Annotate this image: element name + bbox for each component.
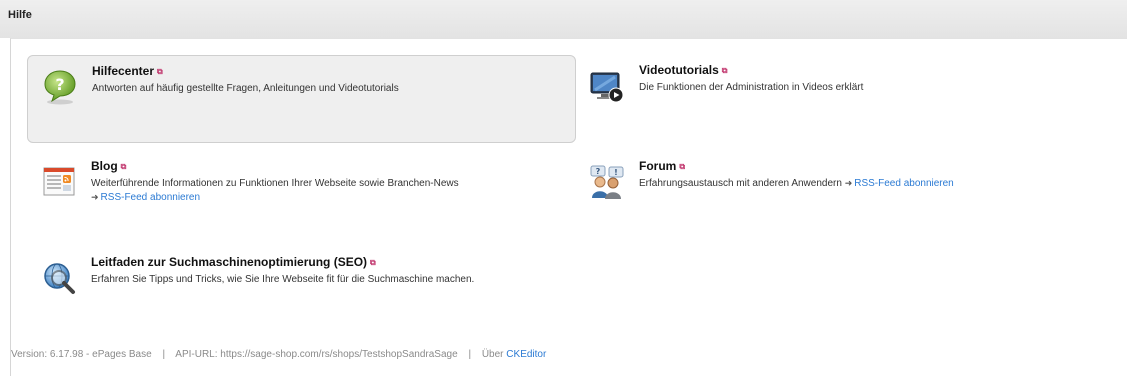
api-url-text: API-URL: https://sage-shop.com/rs/shops/… <box>175 349 458 360</box>
tile-title[interactable]: Blog ⧉ <box>91 159 126 173</box>
arrow-right-icon: ➜ <box>91 192 99 202</box>
footer-separator: | <box>468 349 472 360</box>
rss-feed-link[interactable]: ➜ RSS-Feed abonnieren <box>91 192 200 203</box>
external-link-icon: ⧉ <box>679 162 686 171</box>
monitor-play-icon <box>589 68 625 104</box>
tile-description: Erfahren Sie Tipps und Tricks, wie Sie I… <box>91 274 475 285</box>
external-link-icon: ⧉ <box>157 67 163 76</box>
tile-forum[interactable]: ? ! Forum ⧉ Erfahrungsaustausch mit ander… <box>575 151 1115 239</box>
tile-title[interactable]: Videotutorials ⧉ <box>639 63 728 77</box>
footer-separator: | <box>162 349 166 360</box>
tile-description: Antworten auf häufig gestellte Fragen, A… <box>92 83 399 94</box>
external-link-icon: ⧉ <box>721 66 728 75</box>
svg-text:!: ! <box>614 168 618 177</box>
tile-seo-guide[interactable]: Leitfaden zur Suchmaschinenoptimierung (… <box>27 247 727 335</box>
page-header: Hilfe <box>0 0 1127 38</box>
blog-document-icon <box>41 164 77 200</box>
ckeditor-link[interactable]: CKEditor <box>506 349 546 360</box>
footer: Version: 6.17.98 - ePages Base | API-URL… <box>11 349 546 360</box>
external-link-icon: ⧉ <box>370 258 376 267</box>
tile-videotutorials[interactable]: Videotutorials ⧉ Die Funktionen der Admin… <box>575 55 1115 143</box>
tile-title[interactable]: Leitfaden zur Suchmaschinenoptimierung (… <box>91 255 376 269</box>
magnifier-globe-icon <box>41 260 77 296</box>
external-link-icon: ⧉ <box>120 162 127 171</box>
tile-blog[interactable]: Blog ⧉ Weiterführende Informationen zu Fu… <box>27 151 576 239</box>
forum-users-icon: ? ! <box>589 164 625 200</box>
question-bubble-icon: ? <box>42 69 78 105</box>
tile-description: Weiterführende Informationen zu Funktion… <box>91 178 459 189</box>
version-text: Version: 6.17.98 - ePages Base <box>11 349 152 360</box>
tile-hilfecenter[interactable]: ? Hilfecenter ⧉ Antworten auf häufig gest… <box>27 55 576 143</box>
tile-description: Die Funktionen der Administration in Vid… <box>639 82 864 93</box>
about-prefix: Über <box>481 349 504 360</box>
tile-description: Erfahrungsaustausch mit anderen Anwender… <box>639 178 954 189</box>
tile-title[interactable]: Forum ⧉ <box>639 159 685 173</box>
svg-text:?: ? <box>596 167 601 176</box>
page-title: Hilfe <box>8 9 32 21</box>
arrow-right-icon: ➜ <box>844 178 853 188</box>
help-panel: ? Hilfecenter ⧉ Antworten auf häufig gest… <box>10 38 1127 376</box>
tile-title[interactable]: Hilfecenter ⧉ <box>92 64 163 78</box>
rss-feed-link[interactable]: ➜ RSS-Feed abonnieren <box>845 178 954 189</box>
svg-text:?: ? <box>55 75 64 94</box>
